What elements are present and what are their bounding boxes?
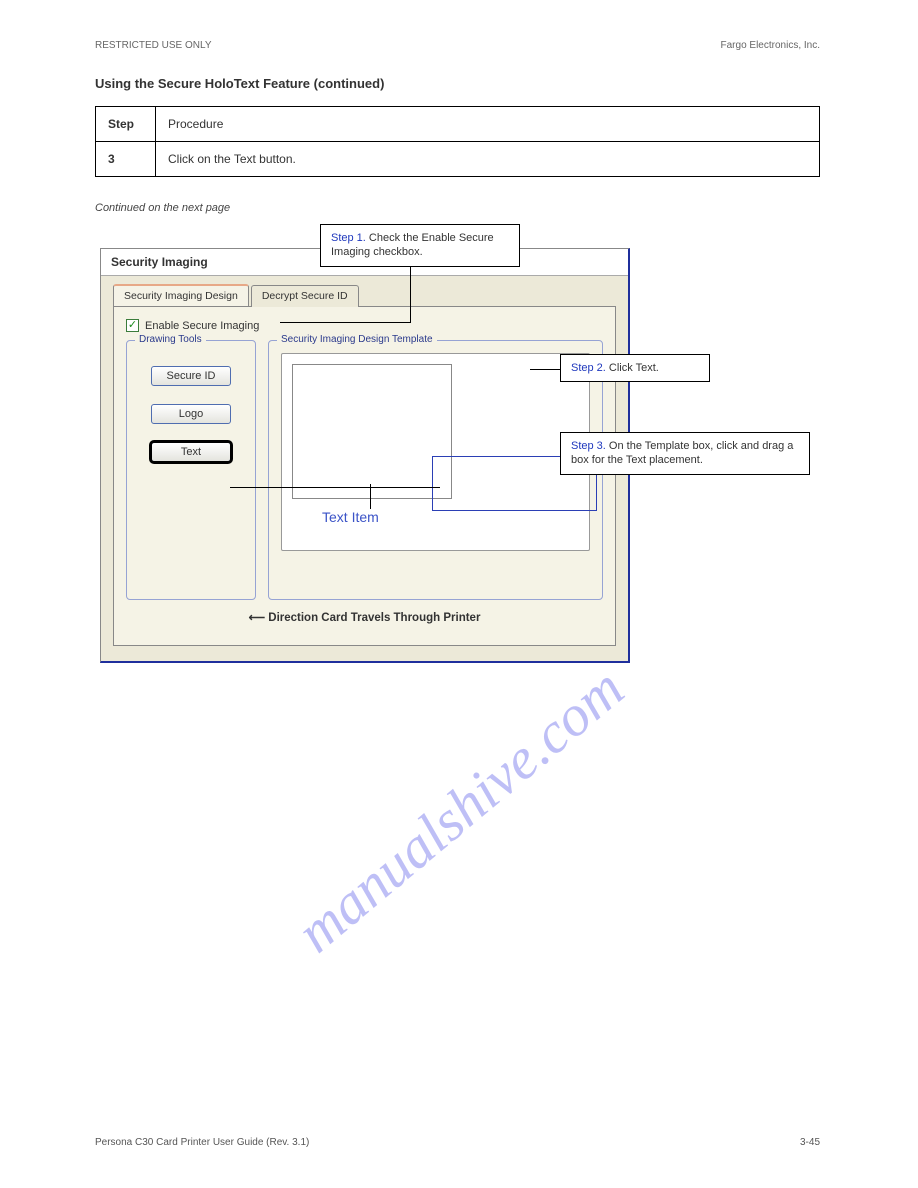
table-row: 3 Click on the Text button. — [96, 142, 820, 177]
callout-step3-label: Step 3. — [571, 440, 606, 452]
callout-step2-text: Click Text. — [609, 362, 659, 374]
footer-left: Persona C30 Card Printer User Guide (Rev… — [95, 1137, 309, 1148]
enable-secure-imaging-row: ✓ Enable Secure Imaging — [126, 319, 603, 332]
logo-button[interactable]: Logo — [151, 404, 231, 424]
drawing-tools-group: Drawing Tools Secure ID Logo Text — [126, 340, 256, 600]
step-col-header: Step — [96, 107, 156, 142]
secure-id-button[interactable]: Secure ID — [151, 366, 231, 386]
table-row: Step Procedure — [96, 107, 820, 142]
section-title: Using the Secure HoloText Feature (conti… — [95, 76, 820, 91]
enable-secure-imaging-checkbox[interactable]: ✓ — [126, 319, 139, 332]
template-group: Security Imaging Design Template Text It… — [268, 340, 603, 600]
step-text: Click on the Text button. — [156, 142, 820, 177]
callout-step1-label: Step 1. — [331, 232, 366, 244]
footer-right: 3-45 — [800, 1137, 820, 1148]
leader-line — [410, 262, 411, 322]
callout-step3: Step 3. On the Template box, click and d… — [560, 432, 810, 475]
watermark: manualshive.com — [284, 654, 637, 965]
drawing-tools-legend: Drawing Tools — [135, 334, 206, 345]
text-item-label: Text Item — [322, 509, 379, 525]
text-placement-box[interactable] — [292, 364, 452, 499]
page-header: RESTRICTED USE ONLY Fargo Electronics, I… — [95, 40, 820, 51]
header-right: Fargo Electronics, Inc. — [721, 40, 820, 51]
step-number: 3 — [96, 142, 156, 177]
page-footer: Persona C30 Card Printer User Guide (Rev… — [95, 1137, 820, 1148]
leader-line — [280, 322, 411, 323]
text-button[interactable]: Text — [151, 442, 231, 462]
screenshot: Step 1. Check the Enable Secure Imaging … — [100, 224, 715, 664]
proc-col-header: Procedure — [156, 107, 820, 142]
tab-decrypt[interactable]: Decrypt Secure ID — [251, 285, 359, 307]
enable-secure-imaging-label: Enable Secure Imaging — [145, 320, 259, 332]
callout-step2: Step 2. Click Text. — [560, 354, 710, 382]
dialog-window: Security Imaging Security Imaging Design… — [100, 248, 630, 663]
callout-step2-label: Step 2. — [571, 362, 606, 374]
header-left: RESTRICTED USE ONLY — [95, 40, 212, 51]
template-canvas[interactable]: Text Item — [281, 353, 590, 551]
card-direction-label: Direction Card Travels Through Printer — [126, 610, 603, 624]
leader-line — [230, 487, 440, 488]
tab-design[interactable]: Security Imaging Design — [113, 284, 249, 306]
step-table: Step Procedure 3 Click on the Text butto… — [95, 106, 820, 177]
template-legend: Security Imaging Design Template — [277, 334, 437, 345]
tab-strip: Security Imaging Design Decrypt Secure I… — [113, 284, 628, 306]
continued-note: Continued on the next page — [95, 202, 820, 214]
tab-panel: ✓ Enable Secure Imaging Drawing Tools Se… — [113, 306, 616, 646]
leader-line — [530, 369, 560, 370]
callout-step1: Step 1. Check the Enable Secure Imaging … — [320, 224, 520, 267]
